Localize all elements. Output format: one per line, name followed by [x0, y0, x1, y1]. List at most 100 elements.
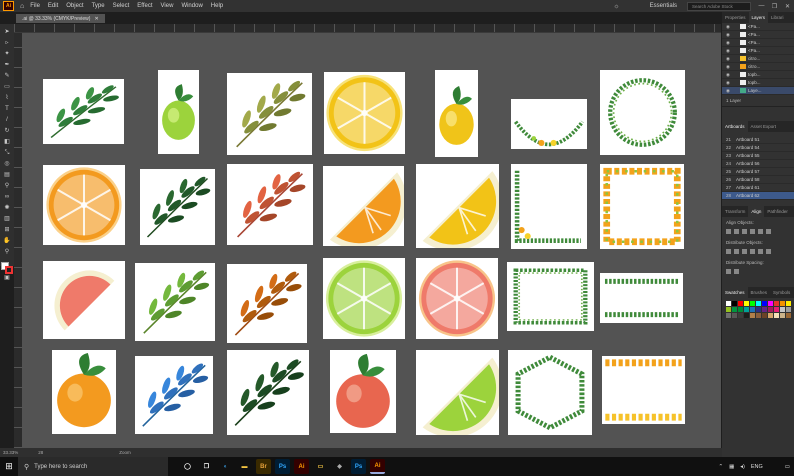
layer-row[interactable]: ◉ citro... [722, 63, 794, 71]
align-left-icon[interactable] [726, 229, 731, 234]
screen-mode-icon[interactable]: ▣ [2, 273, 12, 283]
tab-swatches[interactable]: Swatches [722, 287, 748, 298]
minimize-button[interactable]: — [755, 3, 768, 9]
swatch-chip[interactable] [744, 307, 749, 312]
swatch-chip[interactable] [750, 307, 755, 312]
eye-icon[interactable]: ◉ [726, 40, 732, 46]
tab-transform[interactable]: Transform [722, 209, 748, 214]
tab-align[interactable]: Align [748, 206, 765, 217]
magic-wand-icon[interactable]: ✦ [2, 49, 12, 59]
artboard-row[interactable]: 27 Artboard 61 [722, 184, 794, 192]
tab-properties[interactable]: Properties [722, 15, 749, 20]
artboard-grapefruit-slice[interactable] [416, 258, 498, 339]
artboard-branch-deepgreen[interactable] [227, 350, 309, 435]
distribute-bottom-icon[interactable] [742, 249, 747, 254]
layer-row[interactable]: ◉ <Pa... [722, 31, 794, 39]
eyedropper-icon[interactable]: ⚲ [2, 181, 12, 191]
tab-layers[interactable]: Layers [748, 12, 769, 23]
notification-icon[interactable]: ▭ [785, 464, 790, 470]
maximize-button[interactable]: ❐ [768, 3, 781, 10]
menu-file[interactable]: File [30, 3, 40, 9]
artboard-branch-yellow[interactable] [227, 73, 312, 155]
swatch-chip[interactable] [762, 307, 767, 312]
artboard-orange-whole[interactable] [52, 350, 116, 434]
zoom-level[interactable]: 33.33% [3, 450, 18, 455]
artboard-branch-darkgreen[interactable] [140, 169, 215, 245]
selection-tool-icon[interactable]: ➤ [2, 27, 12, 37]
distribute-vcenter-icon[interactable] [734, 249, 739, 254]
menu-effect[interactable]: Effect [137, 3, 152, 9]
swatch-chip[interactable] [744, 301, 749, 306]
volume-icon[interactable]: ◂) [740, 464, 745, 470]
artboard-tool-icon[interactable]: ⊞ [2, 225, 12, 235]
zoom-tool-icon[interactable]: ⚲ [2, 247, 12, 257]
task-switch-icon[interactable]: ❐ [199, 459, 214, 474]
artboard-wreath-hexagon[interactable] [508, 350, 592, 435]
stock-search-input[interactable]: Search Adobe Stock [687, 1, 751, 11]
swatch-chip[interactable] [762, 313, 767, 318]
windows-start-icon[interactable]: ⊞ [0, 461, 18, 472]
distribute-right-icon[interactable] [766, 249, 771, 254]
rotate-tool-icon[interactable]: ↻ [2, 126, 12, 136]
swatch-chip[interactable] [738, 307, 743, 312]
gradient-tool-icon[interactable]: ▤ [2, 170, 12, 180]
document-tab[interactable]: .ai @ 33.33% (CMYK/Preview) ✕ [16, 14, 105, 23]
swatch-chip[interactable] [774, 307, 779, 312]
file-explorer-icon[interactable]: ▬ [237, 459, 252, 474]
artboard-wreath-half[interactable] [511, 99, 587, 149]
swatch-chip[interactable] [786, 307, 791, 312]
align-center-icon[interactable] [734, 229, 739, 234]
language-indicator[interactable]: ENG [751, 464, 763, 470]
artboard-grapefruit-half[interactable] [43, 261, 125, 339]
artboard-wreath-rect[interactable] [507, 262, 594, 331]
bridge-icon[interactable]: Br [256, 459, 271, 474]
layer-row[interactable]: ◉ Laye... [722, 87, 794, 95]
menu-select[interactable]: Select [113, 3, 130, 9]
eye-icon[interactable]: ◉ [726, 80, 732, 86]
swatch-chip[interactable] [780, 307, 785, 312]
artboard-row[interactable]: 21 Artboard 51 [722, 136, 794, 144]
swatch-chip[interactable] [726, 307, 731, 312]
artboard-lemon-whole[interactable] [435, 70, 478, 157]
photoshop-icon-2[interactable]: Ps [351, 459, 366, 474]
swatch-chip[interactable] [756, 313, 761, 318]
symbol-sprayer-icon[interactable]: ✺ [2, 203, 12, 213]
distribute-left-icon[interactable] [750, 249, 755, 254]
horizontal-ruler[interactable] [14, 24, 721, 33]
artboard-wreath-banner[interactable] [600, 273, 683, 323]
artboard-lemon-slice[interactable] [324, 72, 405, 154]
swatch-chip[interactable] [750, 301, 755, 306]
task-view-icon[interactable]: ◯ [180, 459, 195, 474]
artboard-lime-slice[interactable] [323, 258, 405, 339]
direct-selection-tool-icon[interactable]: ▹ [2, 38, 12, 48]
menu-help[interactable]: Help [211, 3, 223, 9]
canvas[interactable] [22, 33, 721, 448]
swatch-chip[interactable] [768, 307, 773, 312]
artboard-grapefruit-whole[interactable] [330, 350, 396, 433]
eye-icon[interactable]: ◉ [726, 56, 732, 62]
workspace-switcher[interactable]: Essentials [650, 3, 677, 9]
type-tool-icon[interactable]: T [2, 104, 12, 114]
close-tab-icon[interactable]: ✕ [94, 16, 98, 22]
eye-icon[interactable]: ◉ [726, 64, 732, 70]
line-tool-icon[interactable]: / [2, 115, 12, 125]
artboard-lime-whole[interactable] [158, 70, 199, 154]
menu-window[interactable]: Window [181, 3, 202, 9]
layer-row[interactable]: ◉ topb... [722, 79, 794, 87]
eraser-tool-icon[interactable]: ◧ [2, 137, 12, 147]
eye-icon[interactable]: ◉ [726, 48, 732, 54]
swatch-chip[interactable] [750, 313, 755, 318]
swatch-chip[interactable] [774, 301, 779, 306]
layer-row[interactable]: ◉ <Pa... [722, 23, 794, 31]
artboard-orange-slice[interactable] [43, 165, 125, 245]
artboard-wreath-round[interactable] [600, 70, 685, 155]
tab-artboards[interactable]: Artboards [722, 121, 748, 132]
layer-row[interactable]: ◉ <Pa... [722, 47, 794, 55]
blend-tool-icon[interactable]: ∞ [2, 192, 12, 202]
swatch-chip[interactable] [762, 301, 767, 306]
eye-icon[interactable]: ◉ [726, 88, 732, 94]
artboard-citrus-banner[interactable] [602, 356, 685, 424]
lightbulb-icon[interactable]: ☼ [613, 3, 619, 10]
swatch-chip[interactable] [786, 301, 791, 306]
layer-row[interactable]: ◉ topb... [722, 71, 794, 79]
